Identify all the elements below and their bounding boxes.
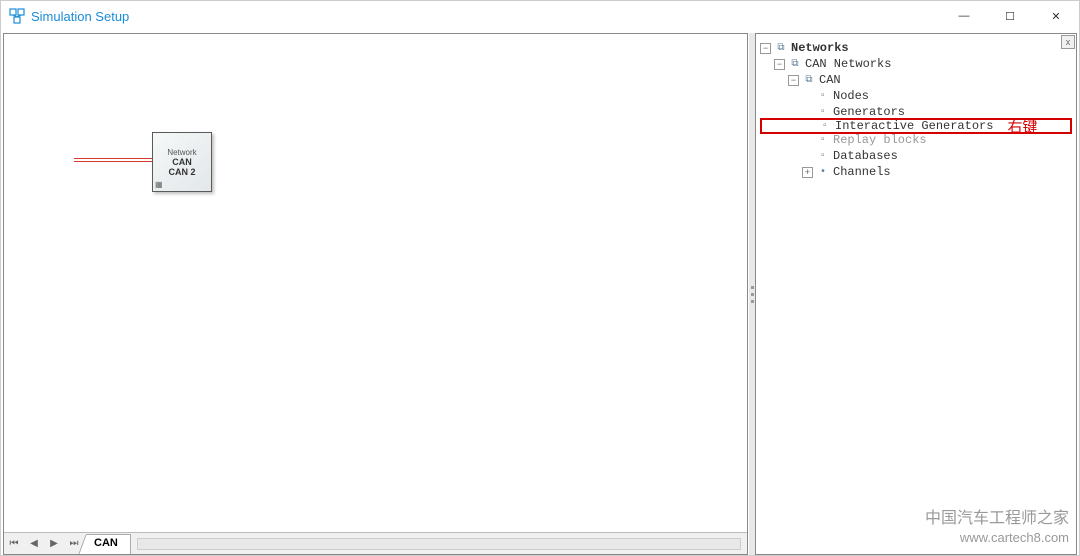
toggle-collapse-icon[interactable]: − — [774, 59, 785, 70]
network-node-can[interactable]: Network CAN CAN 2 ▦ — [152, 132, 212, 192]
interactive-generators-icon: ▫ — [818, 119, 832, 133]
node-name-label: CAN — [172, 157, 192, 167]
maximize-button[interactable]: ☐ — [987, 1, 1033, 31]
splitter-grip — [751, 293, 754, 296]
tab-prev-button[interactable]: ◀ — [25, 535, 43, 553]
minimize-button[interactable]: — — [941, 1, 987, 31]
tree-item-nodes[interactable]: ▫ Nodes — [760, 88, 1072, 104]
tab-first-button[interactable]: ⏮ — [5, 535, 23, 553]
tree-label: Networks — [791, 41, 849, 55]
toggle-expand-icon[interactable]: + — [802, 167, 813, 178]
node-bus-label: CAN 2 — [168, 167, 195, 177]
tab-scroll-track[interactable] — [137, 538, 741, 550]
bus-wire-top — [74, 158, 154, 159]
generators-icon: ▫ — [816, 105, 830, 119]
bus-icon: ⧉ — [802, 73, 816, 87]
tree-item-networks[interactable]: − ⧉ Networks — [760, 40, 1072, 56]
network-root-icon: ⧉ — [774, 41, 788, 55]
content-area: Network CAN CAN 2 ▦ ⏮ ◀ ▶ ⏭ CAN — [1, 31, 1079, 555]
window-controls: — ☐ ✕ — [941, 1, 1079, 31]
tree-label: CAN Networks — [805, 57, 891, 71]
tree-label: CAN — [819, 73, 841, 87]
simulation-canvas[interactable]: Network CAN CAN 2 ▦ ⏮ ◀ ▶ ⏭ CAN — [3, 33, 748, 555]
network-tree[interactable]: − ⧉ Networks − ⧉ CAN Networks − ⧉ CAN — [756, 34, 1076, 186]
bus-wire-bottom — [74, 161, 154, 162]
tab-next-button[interactable]: ▶ — [45, 535, 63, 553]
panel-close-button[interactable]: x — [1061, 35, 1075, 49]
node-type-label: Network — [167, 148, 196, 157]
tree-label: Databases — [833, 149, 898, 163]
close-button[interactable]: ✕ — [1033, 1, 1079, 31]
app-icon — [9, 8, 25, 24]
nodes-icon: ▫ — [816, 89, 830, 103]
toggle-collapse-icon[interactable]: − — [760, 43, 771, 54]
channels-icon: • — [816, 165, 830, 179]
canvas-tab-strip: ⏮ ◀ ▶ ⏭ CAN — [4, 532, 747, 554]
tree-item-can[interactable]: − ⧉ CAN — [760, 72, 1072, 88]
right-click-annotation: 右键 — [1007, 116, 1037, 137]
tree-label: Generators — [833, 105, 905, 119]
network-group-icon: ⧉ — [788, 57, 802, 71]
titlebar[interactable]: Simulation Setup — ☐ ✕ — [1, 1, 1079, 31]
tree-item-databases[interactable]: ▫ Databases — [760, 148, 1072, 164]
simulation-setup-window: Simulation Setup — ☐ ✕ Network CAN CAN 2… — [0, 0, 1080, 556]
tree-item-channels[interactable]: + • Channels — [760, 164, 1072, 180]
tree-item-can-networks[interactable]: − ⧉ CAN Networks — [760, 56, 1072, 72]
splitter-grip — [751, 300, 754, 303]
databases-icon: ▫ — [816, 149, 830, 163]
splitter-grip — [751, 286, 754, 289]
tab-can[interactable]: CAN — [86, 534, 131, 554]
replay-blocks-icon: ▫ — [816, 133, 830, 147]
tree-label: Channels — [833, 165, 891, 179]
toggle-collapse-icon[interactable]: − — [788, 75, 799, 86]
window-title: Simulation Setup — [31, 9, 941, 24]
tree-label: Interactive Generators — [835, 119, 993, 133]
canvas-inner[interactable]: Network CAN CAN 2 ▦ — [4, 34, 747, 528]
tree-label: Nodes — [833, 89, 869, 103]
network-tree-panel: x − ⧉ Networks − ⧉ CAN Networks − ⧉ — [755, 33, 1077, 555]
node-status-icon: ▦ — [155, 180, 163, 189]
tree-label: Replay blocks — [833, 133, 927, 147]
